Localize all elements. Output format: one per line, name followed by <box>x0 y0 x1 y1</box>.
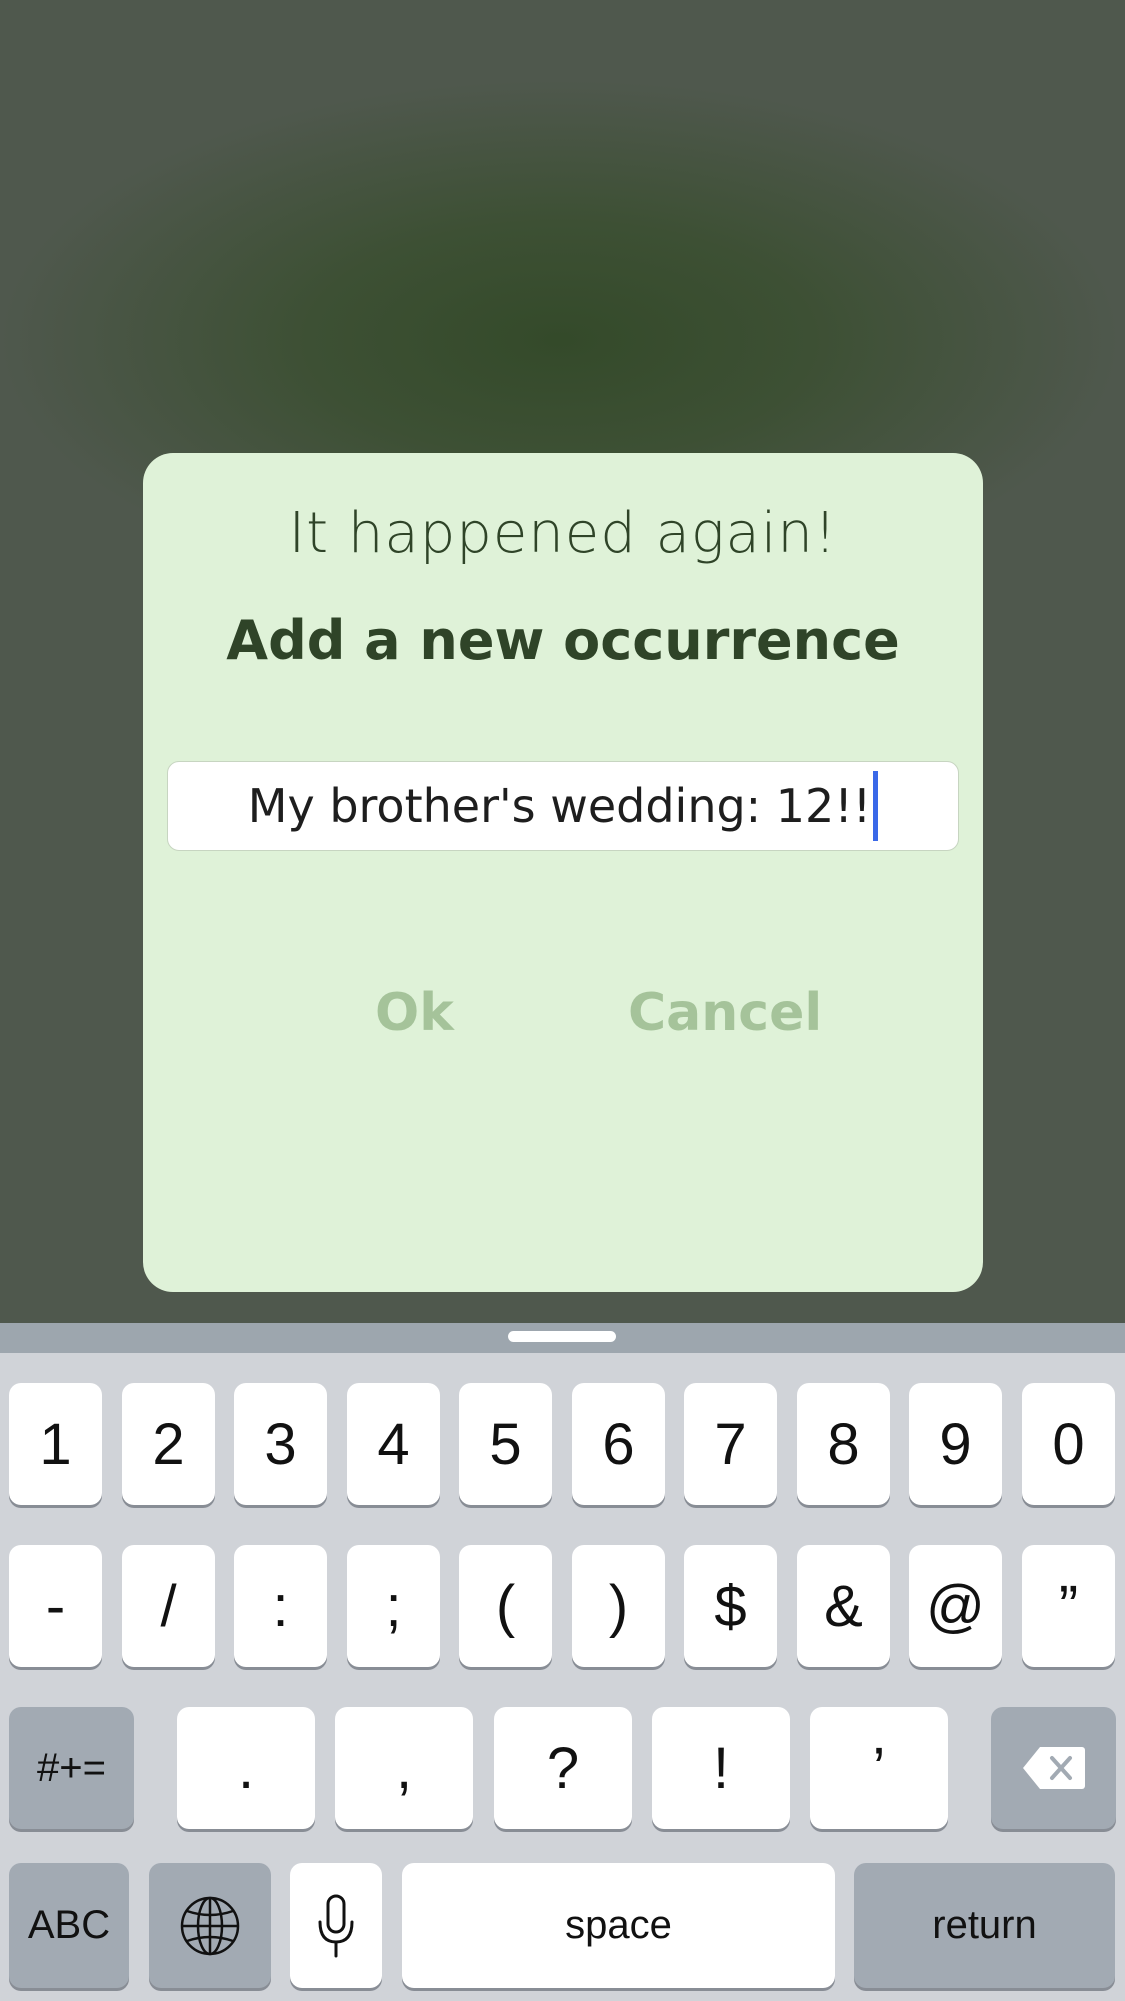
dictation-key[interactable] <box>290 1863 382 1988</box>
key-exclamation[interactable]: ! <box>652 1707 790 1829</box>
key-9[interactable]: 9 <box>909 1383 1002 1505</box>
key-apostrophe[interactable]: ’ <box>810 1707 948 1829</box>
delete-key[interactable] <box>991 1707 1116 1829</box>
key-3[interactable]: 3 <box>234 1383 327 1505</box>
key-2[interactable]: 2 <box>122 1383 215 1505</box>
key-0[interactable]: 0 <box>1022 1383 1115 1505</box>
key-colon[interactable]: : <box>234 1545 327 1667</box>
key-6[interactable]: 6 <box>572 1383 665 1505</box>
occurrence-input[interactable]: My brother's wedding: 12!! <box>167 761 959 851</box>
cancel-button[interactable]: Cancel <box>628 983 822 1043</box>
ok-button[interactable]: Ok <box>375 983 454 1043</box>
key-at[interactable]: @ <box>909 1545 1002 1667</box>
return-key[interactable]: return <box>854 1863 1115 1988</box>
keyboard: 1 2 3 4 5 6 7 8 9 0 - / : ; ( ) $ & @ ” … <box>0 1323 1125 2001</box>
add-occurrence-dialog: It happened again! Add a new occurrence … <box>143 453 983 1292</box>
key-7[interactable]: 7 <box>684 1383 777 1505</box>
key-period[interactable]: . <box>177 1707 315 1829</box>
backspace-icon <box>1022 1745 1086 1791</box>
text-caret <box>873 771 879 841</box>
keyboard-handle-bar <box>0 1323 1125 1353</box>
dialog-title: It happened again! <box>288 501 838 566</box>
keyboard-grabber[interactable] <box>508 1331 616 1342</box>
key-open-paren[interactable]: ( <box>459 1545 552 1667</box>
key-close-paren[interactable]: ) <box>572 1545 665 1667</box>
globe-key[interactable] <box>149 1863 271 1988</box>
key-dollar[interactable]: $ <box>684 1545 777 1667</box>
key-5[interactable]: 5 <box>459 1383 552 1505</box>
key-quote[interactable]: ” <box>1022 1545 1115 1667</box>
key-slash[interactable]: / <box>122 1545 215 1667</box>
key-ampersand[interactable]: & <box>797 1545 890 1667</box>
key-4[interactable]: 4 <box>347 1383 440 1505</box>
key-8[interactable]: 8 <box>797 1383 890 1505</box>
microphone-icon <box>316 1894 356 1958</box>
dialog-subtitle: Add a new occurrence <box>226 609 900 672</box>
key-1[interactable]: 1 <box>9 1383 102 1505</box>
globe-icon <box>179 1895 241 1957</box>
key-semicolon[interactable]: ; <box>347 1545 440 1667</box>
key-hyphen[interactable]: - <box>9 1545 102 1667</box>
key-comma[interactable]: , <box>335 1707 473 1829</box>
occurrence-input-value: My brother's wedding: 12!! <box>247 779 872 833</box>
space-key[interactable]: space <box>402 1863 835 1988</box>
abc-key[interactable]: ABC <box>9 1863 129 1988</box>
symbols-toggle-key[interactable]: #+= <box>9 1707 134 1829</box>
key-question[interactable]: ? <box>494 1707 632 1829</box>
